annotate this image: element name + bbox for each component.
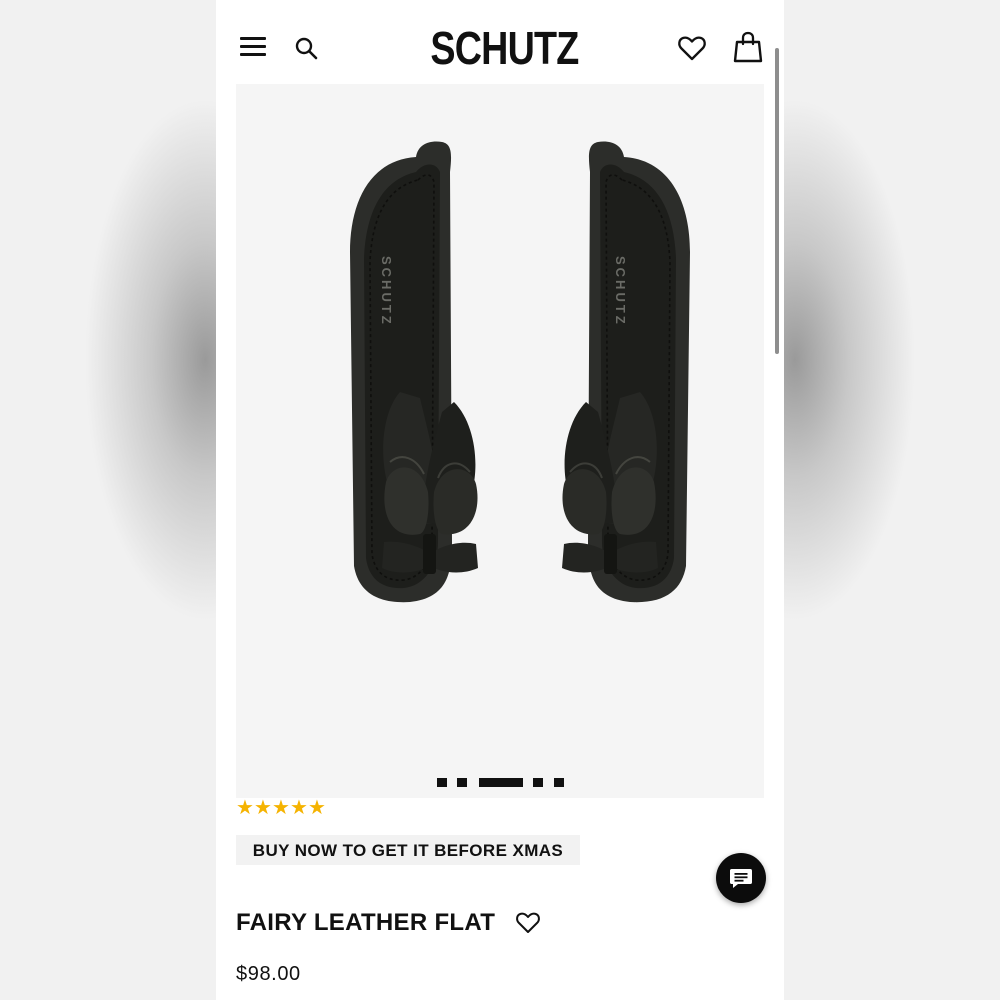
star-icon: ★: [272, 797, 290, 819]
heart-icon[interactable]: [677, 33, 707, 63]
sandals-product-image: SCHUTZ SCHUTZ: [349, 140, 691, 604]
brand-logo[interactable]: SCHUTZ: [430, 22, 579, 74]
gallery-dot[interactable]: [554, 778, 564, 787]
page-backdrop-right: [784, 0, 1000, 1000]
gallery-dot[interactable]: [457, 778, 467, 787]
site-header: SCHUTZ: [216, 0, 784, 84]
mobile-product-page: SCHUTZ SCHUTZ SCHUTZ ★ ★ ★ ★ ★ BUY NOW T…: [216, 0, 784, 1000]
shopping-bag-icon[interactable]: [733, 31, 763, 63]
star-icon: ★: [308, 797, 326, 819]
product-title: FAIRY LEATHER FLAT: [236, 909, 496, 936]
chat-bubble-icon: [730, 869, 752, 888]
heart-outline-icon[interactable]: [515, 909, 541, 935]
insole-brand-left: SCHUTZ: [379, 256, 394, 327]
star-icon: ★: [236, 797, 254, 819]
product-image-gallery[interactable]: SCHUTZ SCHUTZ: [236, 84, 764, 798]
page-backdrop-left: [0, 0, 216, 1000]
product-price: $98.00: [236, 963, 301, 985]
gallery-pagination: [437, 778, 565, 788]
search-icon[interactable]: [294, 36, 320, 62]
hamburger-menu-icon[interactable]: [240, 37, 266, 57]
insole-brand-right: SCHUTZ: [613, 256, 628, 327]
scrollbar[interactable]: [775, 48, 779, 354]
promo-badge: BUY NOW TO GET IT BEFORE XMAS: [236, 835, 580, 865]
gallery-dot[interactable]: [533, 778, 543, 787]
star-icon: ★: [254, 797, 272, 819]
star-icon: ★: [290, 797, 308, 819]
gallery-dot-active[interactable]: [479, 778, 523, 787]
gallery-dot[interactable]: [437, 778, 447, 787]
chat-button[interactable]: [716, 853, 766, 903]
